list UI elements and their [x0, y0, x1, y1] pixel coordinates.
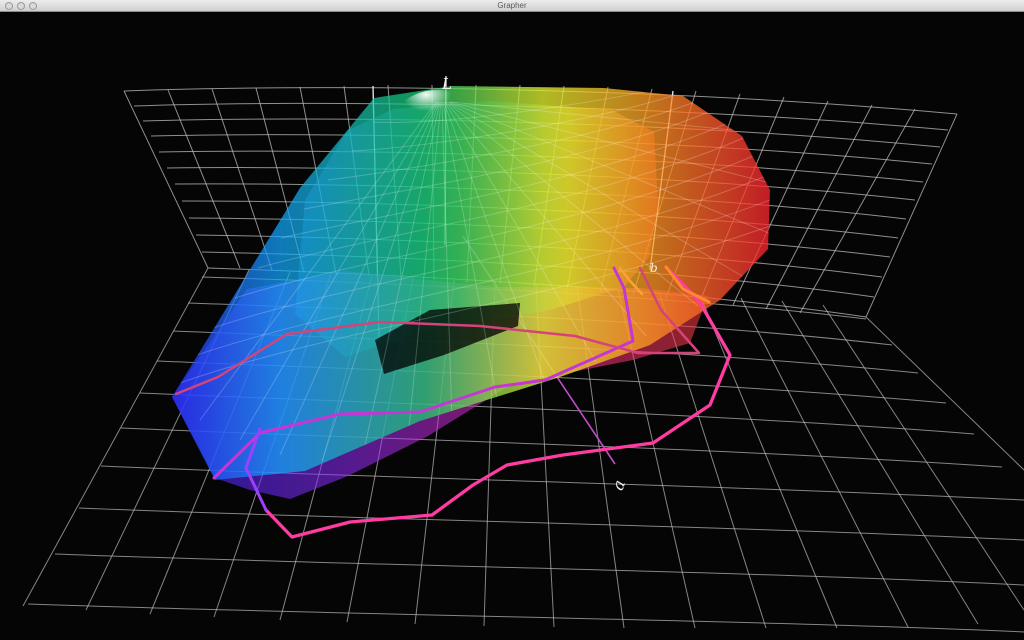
l-axis-label: L: [441, 75, 452, 93]
b-axis-label: b: [650, 261, 658, 275]
grapher-window: Grapher L b a: [0, 0, 1024, 640]
3d-graph-canvas[interactable]: L b a: [0, 12, 1024, 640]
window-title: Grapher: [497, 1, 527, 10]
a-axis-label: a: [608, 477, 629, 492]
title-bar[interactable]: Grapher: [0, 0, 1024, 12]
top-highlight: [396, 90, 480, 146]
